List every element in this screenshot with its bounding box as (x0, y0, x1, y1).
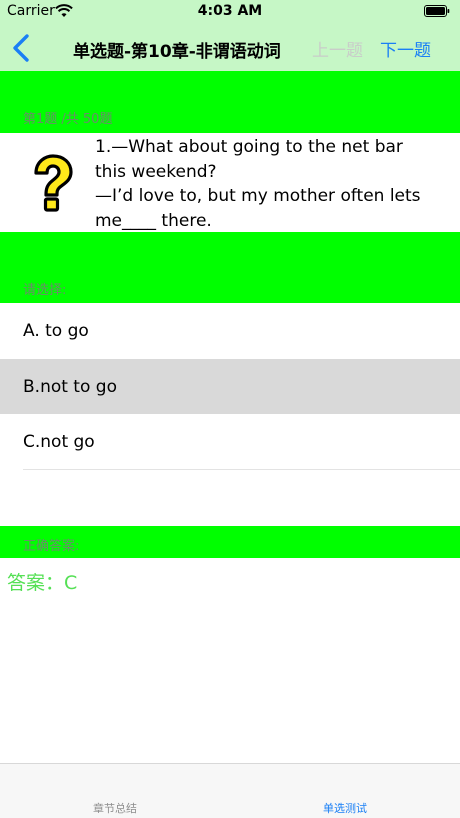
status-bar: Carrier 4:03 AM (0, 0, 460, 24)
clock-label: 4:03 AM (197, 3, 263, 19)
question-mark-icon (34, 154, 73, 212)
answer-text: 答案：C (7, 572, 78, 594)
tab-bar: 章节总结 单选测试 (0, 763, 460, 818)
correct-answer-heading: 正确答案: (23, 539, 80, 554)
tab-chapter-summary[interactable]: 章节总结 (0, 800, 230, 816)
tab-single-choice-test[interactable]: 单选测试 (230, 800, 460, 816)
back-chevron-icon[interactable] (10, 33, 36, 63)
option-label: A. to go (23, 320, 89, 341)
choose-prompt: 请选择: (23, 283, 67, 298)
question-counter-bar: 第1题 /共 50题 (0, 71, 460, 133)
question-area: 1.—What about going to the net bar this … (0, 133, 460, 232)
question-counter: 第1题 /共 50题 (23, 112, 113, 127)
battery-icon (424, 5, 450, 17)
navigation-bar: 单选题-第10章-非谓语动词 上一题 下一题 (0, 24, 460, 71)
question-text: 1.—What about going to the net bar this … (95, 137, 421, 231)
option-c[interactable]: C.not go (0, 414, 460, 469)
option-b[interactable]: B.not to go (0, 359, 460, 414)
option-a[interactable]: A. to go (0, 303, 460, 358)
page-title: 单选题-第10章-非谓语动词 (73, 42, 281, 62)
choose-prompt-bar: 请选择: (0, 232, 460, 303)
option-label: C.not go (23, 431, 95, 452)
option-label: B.not to go (23, 376, 117, 397)
next-question-button[interactable]: 下一题 (380, 36, 431, 61)
option-divider (23, 469, 460, 470)
correct-answer-bar: 正确答案: (0, 526, 460, 558)
previous-question-button[interactable]: 上一题 (312, 36, 363, 61)
